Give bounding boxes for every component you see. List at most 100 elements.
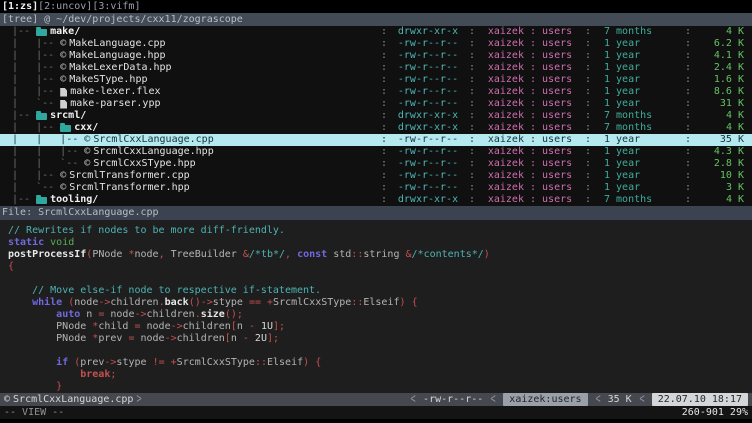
code-token: != bbox=[153, 357, 165, 368]
file-group: users bbox=[542, 182, 572, 193]
code-token: void bbox=[50, 237, 74, 248]
c-source-icon: © bbox=[84, 146, 90, 158]
file-row[interactable]: | `-- ©SrcmlTransformer.hpp:-rw-r--r--:x… bbox=[0, 182, 752, 194]
file-mtime: 7 months bbox=[598, 26, 678, 38]
code-token: node bbox=[104, 309, 134, 320]
file-name: cxx/ bbox=[74, 122, 98, 134]
column-separator: : bbox=[578, 122, 598, 134]
file-owner: xaizek bbox=[488, 122, 524, 133]
code-token: { bbox=[315, 357, 321, 368]
file-permissions: -rw-r--r-- bbox=[394, 62, 462, 74]
tab-1-zs[interactable]: [1:zs] bbox=[2, 1, 38, 12]
file-row[interactable]: | `-- make-parser.ypp:-rw-r--r--:xaizek … bbox=[0, 98, 752, 110]
code-token: children bbox=[177, 333, 225, 344]
tab-3-vifm[interactable]: [3:vifm] bbox=[92, 1, 140, 12]
file-row[interactable]: | | |-- ©SrcmlCxxLanguage.cpp:-rw-r--r--… bbox=[0, 134, 752, 146]
file-owner-cell: xaizek : users bbox=[482, 62, 578, 74]
tab-2-uncov[interactable]: [2:uncov] bbox=[38, 1, 92, 12]
file-size: 4 K bbox=[698, 122, 746, 134]
tree-branch: | | `-- bbox=[6, 158, 84, 170]
column-separator: : bbox=[374, 74, 394, 86]
tree-branch: |-- bbox=[6, 110, 36, 122]
file-owner-cell: xaizek : users bbox=[482, 98, 578, 110]
file-group: users bbox=[542, 158, 572, 169]
status-bar: ©SrcmlCxxLanguage.cpp -rw-r--r--xaizek:u… bbox=[0, 393, 752, 406]
file-owner-cell: xaizek : users bbox=[482, 110, 578, 122]
code-line: postProcessIf(PNode *node, TreeBuilder &… bbox=[8, 249, 752, 261]
file-owner: xaizek bbox=[488, 50, 524, 61]
code-token: PNode bbox=[8, 321, 92, 332]
file-name-cell: | |-- ©MakeLanguage.hpp bbox=[6, 50, 374, 62]
column-separator: : bbox=[374, 194, 394, 206]
file-owner: xaizek bbox=[488, 182, 524, 193]
file-name: SrcmlCxxLanguage.hpp bbox=[93, 146, 213, 158]
file-icon bbox=[60, 88, 67, 97]
tree-branch: | | |-- bbox=[6, 134, 84, 146]
column-separator: : bbox=[678, 74, 698, 86]
file-size: 2.8 K bbox=[698, 158, 746, 170]
column-separator: : bbox=[578, 86, 598, 98]
owner-group-separator: : bbox=[524, 110, 542, 121]
file-row[interactable]: | |-- ©MakeLanguage.hpp:-rw-r--r--:xaize… bbox=[0, 50, 752, 62]
code-token bbox=[8, 297, 32, 308]
file-row[interactable]: | |-- ©SrcmlTransformer.cpp:-rw-r--r--:x… bbox=[0, 170, 752, 182]
owner-group-separator: : bbox=[524, 86, 542, 97]
file-name-cell: | |-- ©MakeLexerData.hpp bbox=[6, 62, 374, 74]
file-permissions: -rw-r--r-- bbox=[394, 182, 462, 194]
column-separator: : bbox=[374, 122, 394, 134]
file-row[interactable]: |-- srcml/:drwxr-xr-x:xaizek : users:7 m… bbox=[0, 110, 752, 122]
code-line bbox=[8, 273, 752, 285]
file-mtime: 1 year bbox=[598, 134, 678, 146]
file-size: 6.2 K bbox=[698, 38, 746, 50]
file-row[interactable]: |-- make/:drwxr-xr-x:xaizek : users:7 mo… bbox=[0, 26, 752, 38]
column-separator: : bbox=[462, 122, 482, 134]
file-size: 1.6 K bbox=[698, 74, 746, 86]
file-permissions: -rw-r--r-- bbox=[394, 158, 462, 170]
owner-group-separator: : bbox=[524, 62, 542, 73]
file-row[interactable]: | |-- ©MakeSType.hpp:-rw-r--r--:xaizek :… bbox=[0, 74, 752, 86]
file-mtime: 7 months bbox=[598, 194, 678, 206]
owner-group-separator: : bbox=[524, 170, 542, 181]
code-token: PNode bbox=[8, 333, 92, 344]
file-owner-cell: xaizek : users bbox=[482, 50, 578, 62]
tree-branch: | |-- bbox=[6, 86, 60, 98]
file-row[interactable]: | | |-- ©SrcmlCxxLanguage.hpp:-rw-r--r--… bbox=[0, 146, 752, 158]
file-permissions: -rw-r--r-- bbox=[394, 146, 462, 158]
code-token: postProcessIf bbox=[8, 249, 86, 260]
file-name: make-lexer.flex bbox=[70, 86, 160, 98]
code-token: ) bbox=[484, 249, 490, 260]
code-token: -> bbox=[165, 333, 177, 344]
file-permissions: drwxr-xr-x bbox=[394, 26, 462, 38]
file-group: users bbox=[542, 86, 572, 97]
file-row[interactable]: | | `-- ©SrcmlCxxSType.hpp:-rw-r--r--:xa… bbox=[0, 158, 752, 170]
file-row[interactable]: | |-- cxx/:drwxr-xr-x:xaizek : users:7 m… bbox=[0, 122, 752, 134]
file-group: users bbox=[542, 26, 572, 37]
file-owner: xaizek bbox=[488, 170, 524, 181]
file-row[interactable]: | |-- ©MakeLexerData.hpp:-rw-r--r--:xaiz… bbox=[0, 62, 752, 74]
file-list: |-- make/:drwxr-xr-x:xaizek : users:7 mo… bbox=[0, 26, 752, 206]
tree-branch: | |-- bbox=[6, 62, 60, 74]
code-token: children bbox=[110, 297, 158, 308]
file-owner-cell: xaizek : users bbox=[482, 86, 578, 98]
file-name-cell: | |-- ©MakeLanguage.cpp bbox=[6, 38, 374, 50]
file-row[interactable]: |-- tooling/:drwxr-xr-x:xaizek : users:7… bbox=[0, 194, 752, 206]
file-row[interactable]: | |-- make-lexer.flex:-rw-r--r--:xaizek … bbox=[0, 86, 752, 98]
file-owner: xaizek bbox=[488, 98, 524, 109]
file-name: MakeLexerData.hpp bbox=[69, 62, 171, 74]
file-row[interactable]: | |-- ©MakeLanguage.cpp:-rw-r--r--:xaize… bbox=[0, 38, 752, 50]
code-line: { bbox=[8, 261, 752, 273]
code-token bbox=[8, 285, 32, 296]
code-line: // Rewrites if nodes to be more diff-fri… bbox=[8, 225, 752, 237]
code-token: :: bbox=[255, 357, 267, 368]
code-token: 2U bbox=[255, 333, 267, 344]
column-separator: : bbox=[678, 182, 698, 194]
code-token: Elseif bbox=[267, 357, 303, 368]
column-separator: : bbox=[374, 134, 394, 146]
owner-group-separator: : bbox=[524, 74, 542, 85]
code-token: node bbox=[134, 333, 164, 344]
file-name-cell: | `-- make-parser.ypp bbox=[6, 98, 374, 110]
column-separator: : bbox=[578, 146, 598, 158]
code-token bbox=[8, 369, 80, 380]
file-group: users bbox=[542, 98, 572, 109]
column-separator: : bbox=[578, 170, 598, 182]
